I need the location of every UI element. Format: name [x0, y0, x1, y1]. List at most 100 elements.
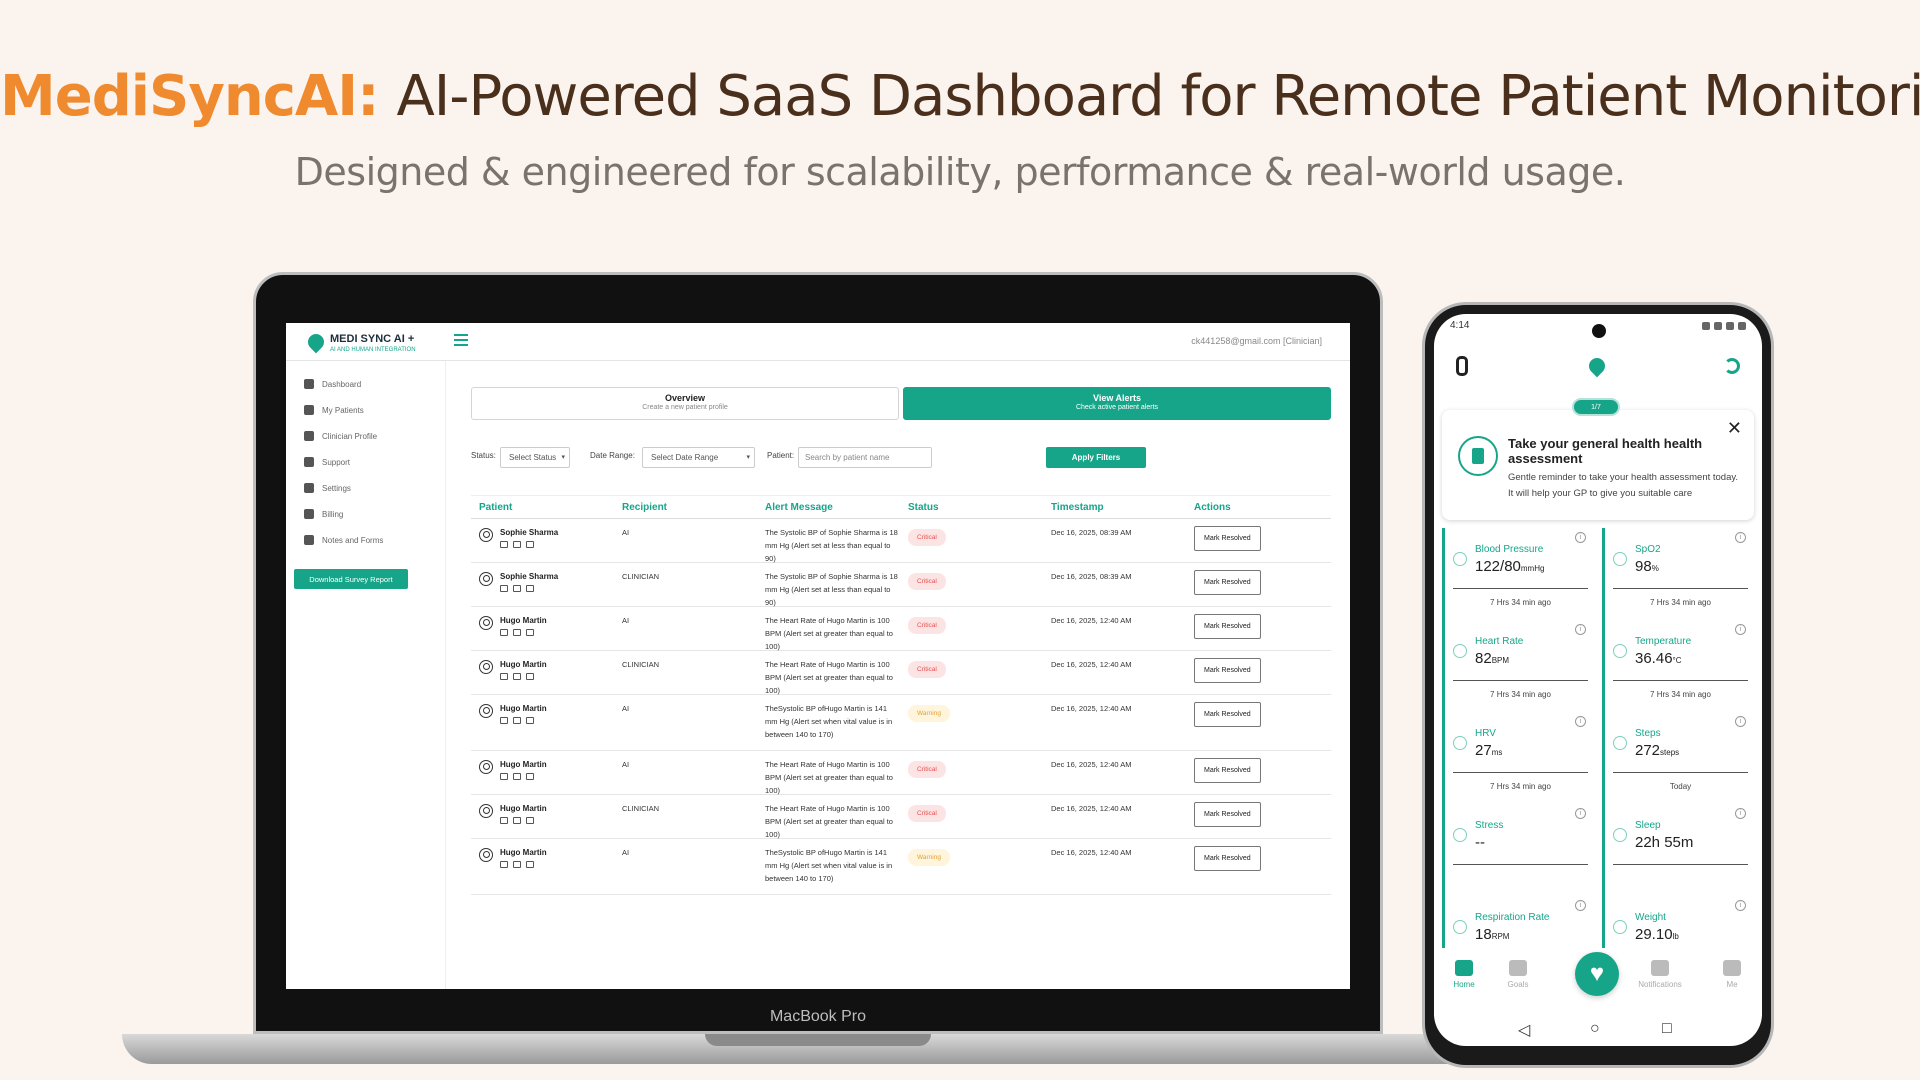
- info-icon[interactable]: i: [1575, 808, 1586, 819]
- table-row: Hugo Martin AI TheSystolic BP ofHugo Marti…: [471, 695, 1331, 751]
- message-icon[interactable]: [526, 717, 534, 724]
- info-icon[interactable]: i: [1735, 716, 1746, 727]
- patient-name[interactable]: Hugo Martin: [500, 802, 547, 815]
- recents-icon[interactable]: □: [1662, 1020, 1672, 1038]
- phone-icon[interactable]: [513, 773, 521, 780]
- status-label: Status:: [471, 451, 496, 460]
- vital-icon: [1613, 736, 1627, 750]
- patient-search-input[interactable]: Search by patient name: [798, 447, 932, 468]
- refresh-icon[interactable]: [1724, 358, 1740, 374]
- message-icon[interactable]: [526, 541, 534, 548]
- sidebar-item-my-patients[interactable]: My Patients: [286, 397, 445, 423]
- vital-card-weight[interactable]: i Weight 29.10lb: [1602, 896, 1756, 948]
- mark-resolved-button[interactable]: Mark Resolved: [1194, 658, 1261, 683]
- alert-message: The Heart Rate of Hugo Martin is 100 BPM…: [765, 660, 893, 695]
- phone-icon[interactable]: [513, 817, 521, 824]
- status-select[interactable]: Select Status ▾: [500, 447, 570, 468]
- vital-card-respiration-rate[interactable]: i Respiration Rate 18RPM: [1442, 896, 1596, 948]
- tab-overview[interactable]: Overview Create a new patient profile: [471, 387, 899, 420]
- nav-notifications[interactable]: Notifications: [1622, 960, 1698, 989]
- column-header: Recipient: [622, 501, 668, 513]
- heart-action-button[interactable]: [1575, 952, 1619, 996]
- vital-card-stress[interactable]: i Stress --: [1442, 804, 1596, 896]
- info-icon[interactable]: i: [1735, 808, 1746, 819]
- phone-icon[interactable]: [513, 541, 521, 548]
- message-icon[interactable]: [526, 773, 534, 780]
- info-icon[interactable]: i: [1735, 624, 1746, 635]
- info-icon[interactable]: i: [1735, 900, 1746, 911]
- mark-resolved-button[interactable]: Mark Resolved: [1194, 526, 1261, 551]
- mark-resolved-button[interactable]: Mark Resolved: [1194, 758, 1261, 783]
- video-call-icon[interactable]: [500, 629, 508, 636]
- patient-name[interactable]: Hugo Martin: [500, 702, 547, 715]
- mark-resolved-button[interactable]: Mark Resolved: [1194, 570, 1261, 595]
- table-row: Hugo Martin AI TheSystolic BP ofHugo Marti…: [471, 839, 1331, 895]
- watch-icon[interactable]: [1456, 356, 1468, 376]
- phone-icon[interactable]: [513, 585, 521, 592]
- video-call-icon[interactable]: [500, 673, 508, 680]
- message-icon[interactable]: [526, 673, 534, 680]
- vital-card-sleep[interactable]: i Sleep 22h 55m: [1602, 804, 1756, 896]
- status-badge: Critical: [908, 661, 946, 678]
- sidebar-item-dashboard[interactable]: Dashboard: [286, 371, 445, 397]
- info-icon[interactable]: i: [1575, 716, 1586, 727]
- patient-name[interactable]: Hugo Martin: [500, 758, 547, 771]
- nav-me[interactable]: Me: [1702, 960, 1762, 989]
- video-call-icon[interactable]: [500, 541, 508, 548]
- info-icon[interactable]: i: [1575, 900, 1586, 911]
- divider: [1613, 680, 1748, 681]
- back-icon[interactable]: ◁: [1518, 1020, 1530, 1040]
- patient-avatar-icon: [479, 848, 493, 862]
- video-call-icon[interactable]: [500, 585, 508, 592]
- patient-name[interactable]: Sophie Sharma: [500, 570, 558, 583]
- reminder-card[interactable]: ✕ Take your general health health assess…: [1442, 410, 1754, 520]
- video-call-icon[interactable]: [500, 717, 508, 724]
- sidebar-item-label: Support: [322, 457, 351, 467]
- mark-resolved-button[interactable]: Mark Resolved: [1194, 702, 1261, 727]
- phone-icon[interactable]: [513, 673, 521, 680]
- vital-card-temperature[interactable]: i Temperature 36.46°C 7 Hrs 34 min ago: [1602, 620, 1756, 712]
- sidebar-item-support[interactable]: Support: [286, 449, 445, 475]
- home-circle-icon[interactable]: ○: [1590, 1020, 1600, 1038]
- sidebar-item-notes-and-forms[interactable]: Notes and Forms: [286, 527, 445, 553]
- phone-icon[interactable]: [513, 717, 521, 724]
- menu-icon[interactable]: [454, 334, 468, 346]
- phone-icon[interactable]: [513, 629, 521, 636]
- mark-resolved-button[interactable]: Mark Resolved: [1194, 802, 1261, 827]
- info-icon[interactable]: i: [1575, 624, 1586, 635]
- vital-card-steps[interactable]: i Steps 272steps Today: [1602, 712, 1756, 804]
- tab-view-alerts[interactable]: View Alerts Check active patient alerts: [903, 387, 1331, 420]
- sidebar-item-clinician-profile[interactable]: Clinician Profile: [286, 423, 445, 449]
- apply-filters-button[interactable]: Apply Filters: [1046, 447, 1146, 468]
- video-call-icon[interactable]: [500, 817, 508, 824]
- mark-resolved-button[interactable]: Mark Resolved: [1194, 614, 1261, 639]
- patient-name[interactable]: Hugo Martin: [500, 658, 547, 671]
- message-icon[interactable]: [526, 629, 534, 636]
- video-call-icon[interactable]: [500, 773, 508, 780]
- sidebar-item-billing[interactable]: Billing: [286, 501, 445, 527]
- video-call-icon[interactable]: [500, 861, 508, 868]
- message-icon[interactable]: [526, 585, 534, 592]
- download-survey-button[interactable]: Download Survey Report: [294, 569, 408, 589]
- bell-icon: [1651, 960, 1669, 976]
- patient-name[interactable]: Hugo Martin: [500, 846, 547, 859]
- vital-card-spo2[interactable]: i SpO2 98% 7 Hrs 34 min ago: [1602, 528, 1756, 620]
- sidebar-item-settings[interactable]: Settings: [286, 475, 445, 501]
- status-badge: Warning: [908, 849, 950, 866]
- nav-goals[interactable]: Goals: [1488, 960, 1548, 989]
- date-range-select[interactable]: Select Date Range ▾: [642, 447, 755, 468]
- info-icon[interactable]: i: [1575, 532, 1586, 543]
- info-icon[interactable]: i: [1735, 532, 1746, 543]
- nav-home[interactable]: Home: [1434, 960, 1494, 989]
- vital-value: 36.46: [1635, 650, 1673, 667]
- vital-card-heart-rate[interactable]: i Heart Rate 82BPM 7 Hrs 34 min ago: [1442, 620, 1596, 712]
- patient-name[interactable]: Hugo Martin: [500, 614, 547, 627]
- message-icon[interactable]: [526, 817, 534, 824]
- message-icon[interactable]: [526, 861, 534, 868]
- vital-card-blood-pressure[interactable]: i Blood Pressure 122/80mmHg 7 Hrs 34 min ag…: [1442, 528, 1596, 620]
- patient-name[interactable]: Sophie Sharma: [500, 526, 558, 539]
- vital-card-hrv[interactable]: i HRV 27ms 7 Hrs 34 min ago: [1442, 712, 1596, 804]
- mark-resolved-button[interactable]: Mark Resolved: [1194, 846, 1261, 871]
- phone-icon[interactable]: [513, 861, 521, 868]
- app-logo[interactable]: MEDI SYNC AI + AI AND HUMAN INTEGRATION: [300, 330, 416, 353]
